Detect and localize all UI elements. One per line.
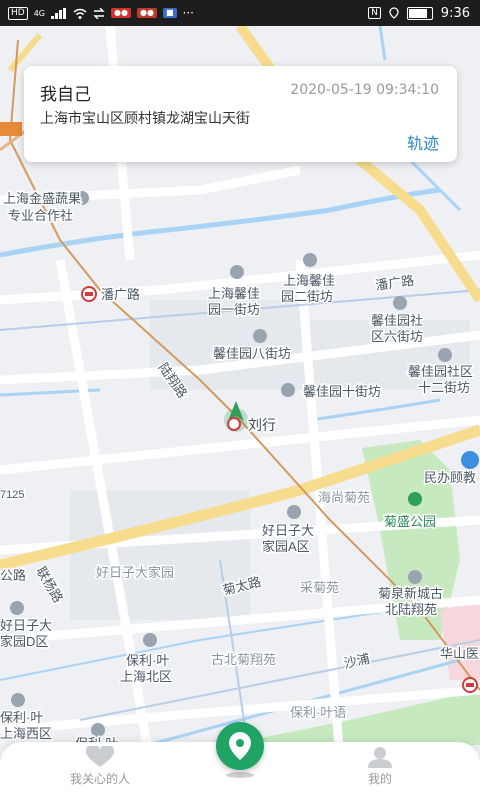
network-type: 4G (33, 8, 45, 18)
map-label: 上海西区 (0, 726, 52, 741)
map-label: 公路 (0, 568, 26, 583)
app-notification-icon: ●● (111, 8, 131, 18)
map-label: 上海北区 (120, 669, 172, 684)
map-label: 家园D区 (0, 634, 48, 649)
person-icon (368, 747, 392, 768)
hd-indicator: HD (8, 6, 28, 20)
road-sign-icon (0, 122, 22, 136)
heart-icon (85, 746, 115, 767)
locate-center-button[interactable] (216, 722, 264, 770)
map-label: 采菊苑 (300, 580, 339, 595)
app-notification-icon: ●● (136, 8, 157, 18)
map-label: 家园A区 (262, 539, 310, 554)
location-card[interactable]: 我自己 2020-05-19 09:34:10 上海市宝山区顾村镇龙湖宝山天街 … (24, 66, 457, 162)
center-button-shadow (226, 772, 254, 778)
battery-icon (406, 6, 433, 20)
map-label: 7125 (0, 489, 24, 501)
map-label: 馨佳园社 (371, 313, 423, 328)
map-label: 菊泉新城古 (378, 586, 443, 601)
map-label: 海尚菊苑 (318, 490, 370, 505)
nfc-icon: N (368, 7, 381, 19)
more-notifications-icon: ··· (182, 6, 194, 20)
map-label: 好日子大 (262, 523, 314, 538)
map-label: 保利·叶 (126, 653, 169, 668)
metro-icon (462, 677, 478, 693)
map-label: 馨佳园社区 (408, 364, 473, 379)
map-label: 专业合作社 (8, 208, 73, 223)
location-address: 上海市宝山区顾村镇龙湖宝山天街 (40, 111, 250, 127)
map-label: 保利·叶语 (290, 705, 346, 720)
map-label: 区六街坊 (371, 329, 423, 344)
map-label: 园二街坊 (281, 289, 333, 304)
app-notification-icon: ■ (162, 8, 177, 18)
tab-me-label: 我的 (367, 772, 392, 786)
location-status-icon (389, 7, 399, 19)
map-label: 馨佳园十街坊 (303, 384, 381, 399)
track-link[interactable]: 轨迹 (407, 130, 439, 154)
clock: 9:36 (440, 5, 470, 21)
sync-icon (93, 7, 105, 19)
map-label: 菊盛公园 (384, 514, 436, 529)
map-label: 上海金盛蔬果 (3, 191, 81, 206)
metro-icon (81, 286, 97, 302)
map-label: 华山医 (440, 646, 479, 661)
map-label: 十二街坊 (418, 380, 470, 395)
status-bar: HD 4G ●● ●● ■ ··· N 9:36 (0, 0, 480, 26)
map-label: 好日子大 (0, 618, 52, 633)
map-label: 园一街坊 (208, 302, 260, 317)
map-label: 保利·叶 (0, 710, 43, 725)
map-label: 民办顾教 (424, 470, 476, 485)
map-label: 上海馨佳 (208, 286, 260, 301)
location-pin-icon (229, 732, 251, 760)
person-name: 我自己 (40, 85, 91, 105)
signal-icon (51, 7, 66, 19)
tab-care[interactable]: 我关心的人 (40, 746, 160, 787)
map-label: 古北菊翔苑 (211, 652, 276, 667)
location-timestamp: 2020-05-19 09:34:10 (290, 82, 439, 98)
tab-care-label: 我关心的人 (69, 772, 130, 786)
map-label: 好日子大家园 (96, 565, 174, 580)
wifi-icon (73, 8, 87, 19)
map-label: 潘广路 (101, 287, 140, 302)
map-label: 北陆翔苑 (385, 602, 437, 617)
tab-me[interactable]: 我的 (320, 746, 440, 787)
map-label: 馨佳园八街坊 (213, 346, 291, 361)
current-location-label: 刘行 (248, 417, 276, 433)
map-label: 上海馨佳 (283, 273, 335, 288)
